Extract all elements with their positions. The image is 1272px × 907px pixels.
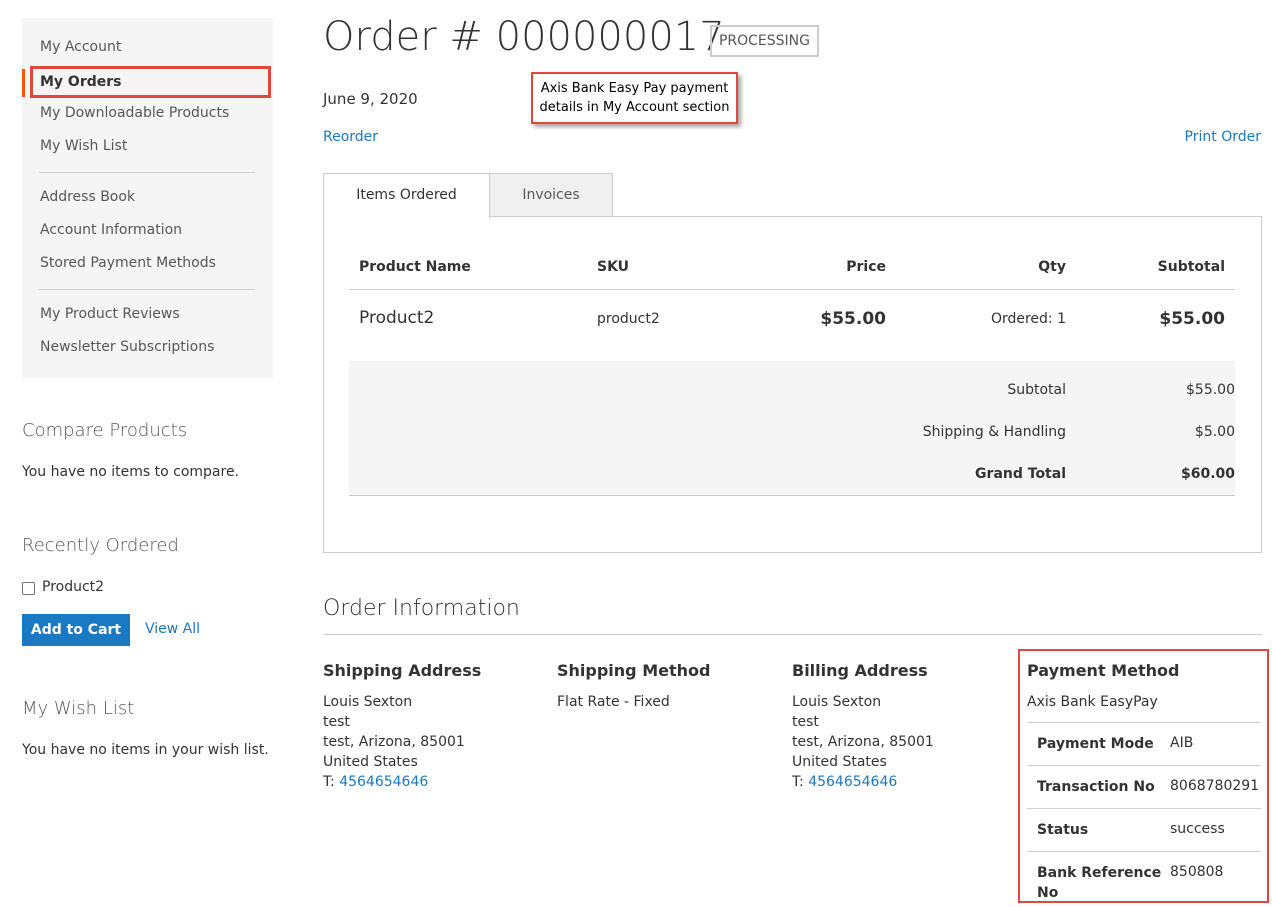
payment-mode-label: Payment Mode xyxy=(1037,736,1154,752)
shipping-address-title: Shipping Address xyxy=(323,661,482,680)
shipping-address: Louis Sexton test test, Arizona, 85001 U… xyxy=(323,692,465,792)
print-order-link[interactable]: Print Order xyxy=(1185,129,1261,145)
shipping-address-phone-line: T: 4564654646 xyxy=(323,772,465,792)
shipping-method-value: Flat Rate - Fixed xyxy=(557,694,670,710)
billing-address-phone-line: T: 4564654646 xyxy=(792,772,934,792)
column-header-subtotal: Subtotal xyxy=(1157,259,1225,275)
sidebar-item-newsletter[interactable]: Newsletter Subscriptions xyxy=(40,339,214,355)
view-all-link[interactable]: View All xyxy=(145,621,200,637)
payment-row-divider xyxy=(1027,808,1261,809)
payment-row-divider xyxy=(1027,722,1261,723)
order-information-divider xyxy=(323,634,1262,635)
order-date: June 9, 2020 xyxy=(323,90,418,108)
status-badge: PROCESSING xyxy=(710,25,819,57)
compare-empty-text: You have no items to compare. xyxy=(22,464,240,480)
payment-row-divider xyxy=(1027,851,1261,852)
billing-address-city: test, Arizona, 85001 xyxy=(792,734,934,750)
add-to-cart-button[interactable]: Add to Cart xyxy=(22,614,130,646)
sidebar-item-my-orders-highlight[interactable]: My Orders xyxy=(30,66,271,98)
account-sidebar-nav: My Account My Orders My Downloadable Pro… xyxy=(22,18,273,378)
transaction-no-label: Transaction No xyxy=(1037,779,1155,795)
bank-reference-label-line-2: No xyxy=(1037,885,1059,901)
order-information-title: Order Information xyxy=(323,596,520,621)
sidebar-item-account-information[interactable]: Account Information xyxy=(40,222,182,238)
item-product-name: Product2 xyxy=(359,308,435,328)
item-price: $55.00 xyxy=(820,309,886,329)
annotation-line-2: details in My Account section xyxy=(539,100,730,115)
sidebar-item-my-account[interactable]: My Account xyxy=(40,39,121,55)
sidebar-divider xyxy=(39,172,255,173)
column-header-product-name: Product Name xyxy=(359,259,471,275)
payment-row-divider xyxy=(1027,765,1261,766)
totals-grand-total-label: Grand Total xyxy=(975,466,1066,482)
sidebar-item-my-orders[interactable]: My Orders xyxy=(40,74,122,90)
payment-method-title: Payment Method xyxy=(1027,661,1180,680)
shipping-address-country: United States xyxy=(323,754,418,770)
recently-ordered-title: Recently Ordered xyxy=(22,535,179,556)
wishlist-empty-text: You have no items in your wish list. xyxy=(22,742,269,758)
shipping-address-name: Louis Sexton xyxy=(323,694,413,710)
sidebar-item-stored-payment-methods[interactable]: Stored Payment Methods xyxy=(40,255,216,271)
column-header-price: Price xyxy=(846,259,886,275)
sidebar-item-address-book[interactable]: Address Book xyxy=(40,189,135,205)
bank-reference-value: 850808 xyxy=(1170,864,1224,880)
phone-prefix: T: xyxy=(792,774,809,790)
sidebar-divider xyxy=(39,289,255,290)
item-sku: product2 xyxy=(597,311,660,327)
billing-address-street: test xyxy=(792,714,819,730)
reorder-link[interactable]: Reorder xyxy=(323,129,378,145)
tab-items-ordered[interactable]: Items Ordered xyxy=(323,173,490,218)
billing-address-name: Louis Sexton xyxy=(792,694,882,710)
totals-shipping-label: Shipping & Handling xyxy=(922,424,1066,440)
annotation-line-1: Axis Bank Easy Pay payment xyxy=(540,81,729,96)
item-qty: Ordered: 1 xyxy=(990,311,1066,327)
tab-invoices[interactable]: Invoices xyxy=(489,173,613,217)
billing-address: Louis Sexton test test, Arizona, 85001 U… xyxy=(792,692,934,792)
page-title: Order # 000000017 xyxy=(323,14,725,60)
sidebar-item-downloadable-products[interactable]: My Downloadable Products xyxy=(40,105,229,121)
billing-address-country: United States xyxy=(792,754,887,770)
shipping-address-city: test, Arizona, 85001 xyxy=(323,734,465,750)
order-totals xyxy=(349,361,1235,496)
totals-shipping-value: $5.00 xyxy=(1194,424,1235,440)
product-checkbox[interactable] xyxy=(22,582,35,595)
column-header-sku: SKU xyxy=(597,259,630,275)
item-subtotal: $55.00 xyxy=(1159,309,1225,329)
recently-ordered-product: Product2 xyxy=(42,579,105,595)
status-label: Status xyxy=(1037,822,1089,838)
table-header-divider xyxy=(349,289,1235,290)
transaction-no-value: 8068780291 xyxy=(1170,778,1260,794)
payment-mode-value: AIB xyxy=(1170,735,1194,751)
compare-products-title: Compare Products xyxy=(22,420,188,441)
bank-reference-label-line-1: Bank Reference xyxy=(1037,865,1162,881)
active-indicator xyxy=(22,69,25,97)
shipping-address-street: test xyxy=(323,714,350,730)
sidebar-item-product-reviews[interactable]: My Product Reviews xyxy=(40,306,180,322)
sidebar-item-wish-list[interactable]: My Wish List xyxy=(40,138,127,154)
shipping-method-title: Shipping Method xyxy=(557,661,711,680)
status-value: success xyxy=(1170,821,1225,837)
shipping-phone-link[interactable]: 4564654646 xyxy=(339,774,428,790)
column-header-qty: Qty xyxy=(1038,259,1066,275)
annotation-callout: Axis Bank Easy Pay payment details in My… xyxy=(531,72,738,124)
phone-prefix: T: xyxy=(323,774,340,790)
wishlist-title: My Wish List xyxy=(22,698,135,719)
totals-subtotal-label: Subtotal xyxy=(1007,382,1066,398)
payment-method-name: Axis Bank EasyPay xyxy=(1027,694,1158,710)
billing-address-title: Billing Address xyxy=(792,661,928,680)
totals-subtotal-value: $55.00 xyxy=(1186,382,1235,398)
totals-grand-total-value: $60.00 xyxy=(1180,466,1235,482)
bank-reference-label: Bank Reference No xyxy=(1037,863,1161,903)
billing-phone-link[interactable]: 4564654646 xyxy=(808,774,897,790)
